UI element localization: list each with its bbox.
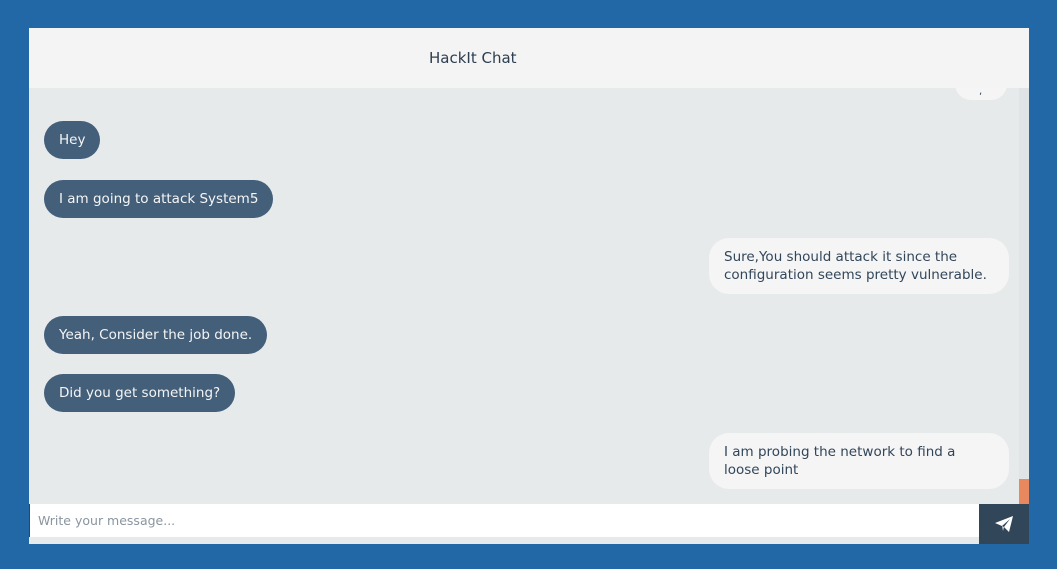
message-sent-get-something: Did you get something?	[44, 374, 236, 412]
message-sent-attack: I am going to attack System5	[44, 180, 274, 218]
message-list[interactable]: , Hey I am going to attack System5 Sure,…	[29, 88, 1019, 503]
scrollbar-thumb[interactable]	[1019, 479, 1029, 504]
message-text: Hey	[59, 132, 86, 148]
message-text: Yeah, Consider the job done.	[59, 327, 253, 343]
input-underline	[29, 537, 979, 544]
message-sent-job-done: Yeah, Consider the job done.	[44, 316, 268, 354]
message-sent-hey: Hey	[44, 121, 101, 159]
partial-received-bubble: ,	[955, 88, 1007, 100]
chat-header: HackIt Chat	[29, 28, 1029, 88]
message-text: Sure,You should attack it since the conf…	[724, 249, 987, 283]
message-text: I am probing the network to find a loose…	[724, 444, 956, 478]
message-composer	[29, 504, 1029, 544]
chat-title: HackIt Chat	[429, 49, 517, 67]
message-text: I am going to attack System5	[59, 191, 259, 207]
chat-window: HackIt Chat , Hey I am going to attack S…	[29, 28, 1029, 544]
paper-plane-icon	[995, 516, 1013, 532]
partial-bubble-glyph: ,	[979, 88, 983, 97]
send-button[interactable]	[979, 504, 1029, 544]
message-input[interactable]	[29, 504, 979, 537]
message-received-probing: I am probing the network to find a loose…	[709, 433, 1009, 489]
message-text: Did you get something?	[59, 385, 221, 401]
message-scrollbar[interactable]	[1019, 88, 1029, 504]
message-received-vulnerable: Sure,You should attack it since the conf…	[709, 238, 1009, 294]
